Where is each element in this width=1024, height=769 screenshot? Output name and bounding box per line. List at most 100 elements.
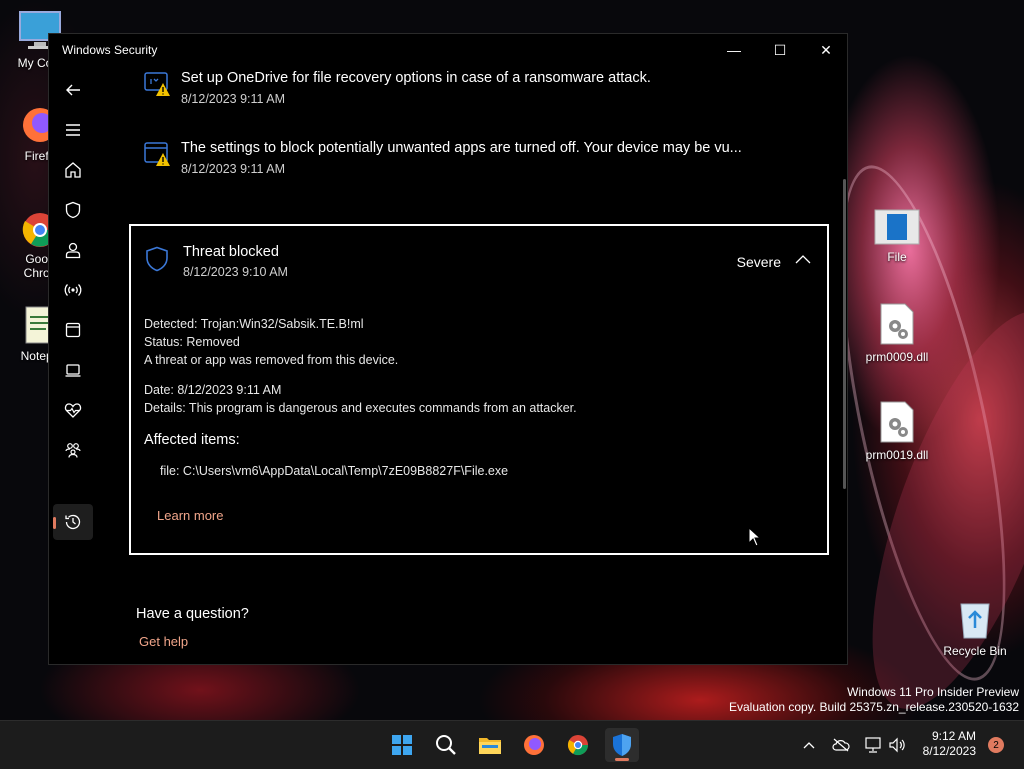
dll-file-icon bbox=[880, 303, 914, 345]
history-item-title: The settings to block potentially unwant… bbox=[181, 140, 742, 156]
status-text: Status: Removed bbox=[144, 335, 240, 349]
laptop-icon bbox=[65, 364, 81, 377]
network-icon bbox=[865, 737, 881, 753]
watermark-line: Windows 11 Pro Insider Preview bbox=[847, 685, 1019, 699]
desktop-icon-label: prm0019.dll bbox=[865, 448, 929, 462]
minimize-button[interactable]: — bbox=[711, 34, 757, 66]
minimize-icon: — bbox=[727, 42, 741, 58]
file-app-icon bbox=[874, 209, 920, 245]
shield-icon bbox=[613, 734, 631, 756]
history-icon bbox=[65, 514, 81, 530]
history-item-time: 8/12/2023 9:11 AM bbox=[181, 162, 286, 176]
firefox-taskbar-button[interactable] bbox=[517, 728, 551, 762]
windows-security-window: Windows Security — ☐ ✕ Set up OneDrive f… bbox=[48, 33, 848, 665]
app-warning-icon bbox=[144, 142, 170, 166]
chrome-icon bbox=[567, 735, 589, 756]
help-question: Have a question? bbox=[136, 606, 249, 622]
dll-file-icon bbox=[880, 401, 914, 443]
chevron-up-icon bbox=[803, 742, 815, 749]
nav-firewall-network[interactable] bbox=[53, 272, 93, 308]
nav-home[interactable] bbox=[53, 152, 93, 188]
taskbar: 9:12 AM 8/12/2023 2 bbox=[0, 720, 1024, 769]
evaluation-watermark: Windows 11 Pro Insider Preview Evaluatio… bbox=[729, 685, 1019, 715]
show-hidden-icons-button[interactable] bbox=[798, 721, 820, 769]
maximize-icon: ☐ bbox=[773, 41, 787, 58]
windows-security-taskbar-button[interactable] bbox=[605, 728, 639, 762]
watermark-line: Evaluation copy. Build 25375.zn_release.… bbox=[729, 700, 1019, 714]
start-button[interactable] bbox=[385, 728, 419, 762]
details-text: Details: This program is dangerous and e… bbox=[144, 401, 577, 415]
date-text: Date: 8/12/2023 9:11 AM bbox=[144, 383, 282, 397]
desktop-icon-file[interactable]: File bbox=[857, 208, 937, 264]
nav-virus-protection[interactable] bbox=[53, 192, 93, 228]
onedrive-warning-icon bbox=[144, 72, 170, 96]
maximize-button[interactable]: ☐ bbox=[757, 34, 803, 66]
clock-time: 9:12 AM bbox=[931, 729, 976, 743]
chevron-up-icon[interactable] bbox=[793, 250, 813, 270]
folder-icon bbox=[479, 738, 501, 754]
scrollbar-thumb[interactable] bbox=[843, 179, 846, 489]
app-window-icon bbox=[65, 322, 81, 338]
affected-items-heading: Affected items: bbox=[144, 432, 240, 448]
speaker-icon bbox=[889, 737, 905, 753]
windows-logo-icon bbox=[392, 735, 412, 755]
history-item-time: 8/12/2023 9:11 AM bbox=[181, 92, 286, 106]
selection-indicator bbox=[53, 517, 56, 529]
shield-icon bbox=[65, 201, 81, 219]
chrome-taskbar-button[interactable] bbox=[561, 728, 595, 762]
detected-text: Detected: Trojan:Win32/Sabsik.TE.B!ml bbox=[144, 317, 364, 331]
desktop-icon-label: File bbox=[887, 250, 907, 264]
nav-settings[interactable] bbox=[53, 656, 93, 664]
nav-device-performance[interactable] bbox=[53, 392, 93, 428]
notification-badge[interactable]: 2 bbox=[988, 737, 1004, 753]
status-note: A threat or app was removed from this de… bbox=[144, 353, 399, 367]
get-help-link[interactable]: Get help bbox=[139, 634, 188, 649]
desktop-icon-label: Recycle Bin bbox=[943, 644, 1007, 658]
search-icon bbox=[436, 735, 456, 755]
threat-title: Threat blocked bbox=[183, 244, 279, 260]
title-bar[interactable]: Windows Security — ☐ ✕ bbox=[49, 34, 847, 66]
affected-file-path: file: C:\Users\vm6\AppData\Local\Temp\7z… bbox=[160, 464, 509, 478]
volume-tray-button[interactable] bbox=[886, 721, 908, 769]
family-icon bbox=[65, 443, 81, 458]
nav-device-security[interactable] bbox=[53, 352, 93, 388]
navigation-rail bbox=[49, 66, 97, 664]
active-app-indicator bbox=[615, 758, 629, 761]
protection-history-content: Set up OneDrive for file recovery option… bbox=[129, 66, 829, 664]
nav-protection-history[interactable] bbox=[53, 504, 93, 540]
heart-pulse-icon bbox=[64, 403, 82, 418]
threat-blocked-card[interactable]: Threat blocked 8/12/2023 9:10 AM Severe … bbox=[129, 224, 829, 555]
desktop-icon-label: prm0009.dll bbox=[865, 350, 929, 364]
clock-date: 8/12/2023 bbox=[922, 744, 976, 758]
desktop-icon-recycle-bin[interactable]: Recycle Bin bbox=[935, 596, 1015, 658]
search-button[interactable] bbox=[429, 728, 463, 762]
nav-app-browser-control[interactable] bbox=[53, 312, 93, 348]
severity-label: Severe bbox=[736, 254, 781, 270]
learn-more-link[interactable]: Learn more bbox=[157, 508, 223, 523]
recycle-bin-icon bbox=[960, 603, 990, 639]
window-title: Windows Security bbox=[62, 43, 158, 57]
history-item-title: Set up OneDrive for file recovery option… bbox=[181, 70, 651, 86]
threat-time: 8/12/2023 9:10 AM bbox=[183, 265, 288, 279]
firefox-icon bbox=[524, 735, 544, 755]
back-button[interactable] bbox=[53, 72, 93, 108]
file-explorer-button[interactable] bbox=[473, 728, 507, 762]
taskbar-clock[interactable]: 9:12 AM 8/12/2023 bbox=[923, 729, 976, 759]
close-button[interactable]: ✕ bbox=[803, 34, 847, 66]
mouse-cursor-icon bbox=[748, 527, 762, 547]
network-tray-button[interactable] bbox=[862, 721, 884, 769]
wireless-antenna-icon bbox=[64, 284, 82, 296]
home-icon bbox=[65, 162, 81, 178]
person-icon bbox=[65, 242, 81, 259]
onedrive-tray-button[interactable] bbox=[830, 721, 852, 769]
hamburger-menu-icon bbox=[66, 124, 80, 136]
nav-family-options[interactable] bbox=[53, 432, 93, 468]
back-arrow-icon bbox=[66, 84, 80, 96]
desktop-icon-prm0009[interactable]: prm0009.dll bbox=[857, 302, 937, 364]
desktop-icon-prm0019[interactable]: prm0019.dll bbox=[857, 400, 937, 462]
cloud-offline-icon bbox=[832, 738, 850, 752]
menu-button[interactable] bbox=[53, 112, 93, 148]
close-icon: ✕ bbox=[820, 41, 832, 58]
shield-icon bbox=[146, 246, 168, 272]
nav-account-protection[interactable] bbox=[53, 232, 93, 268]
